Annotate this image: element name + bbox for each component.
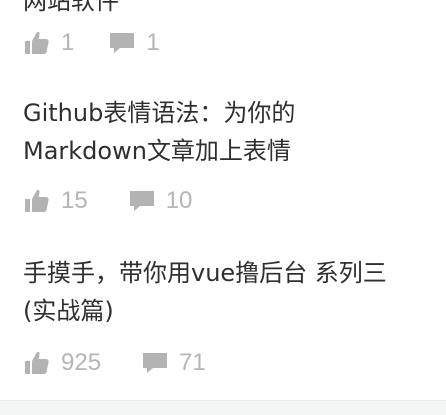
article-title-line: Markdown文章加上表情 xyxy=(23,137,291,165)
like-button[interactable]: 1 xyxy=(23,29,74,57)
comment-icon xyxy=(141,349,169,377)
like-count: 15 xyxy=(61,187,88,214)
article-item[interactable]: 网站软件 1 1 xyxy=(23,0,443,58)
comment-icon xyxy=(108,29,136,57)
like-button[interactable]: 925 xyxy=(23,349,101,377)
thumbs-up-icon xyxy=(23,349,51,377)
article-title-line: (实战篇) xyxy=(23,297,114,325)
comment-icon xyxy=(128,187,156,215)
article-item[interactable]: 手摸手，带你用vue撸后台 系列三 (实战篇) 925 71 xyxy=(23,254,443,378)
article-title[interactable]: 网站软件 xyxy=(23,0,443,20)
comment-button[interactable]: 71 xyxy=(141,349,206,377)
like-count: 925 xyxy=(61,349,102,376)
article-feed: 网站软件 1 1 Github表情语法：为你的 Markdown文章加上表情 1… xyxy=(0,0,446,400)
article-meta: 1 1 xyxy=(23,28,443,58)
article-meta: 15 10 xyxy=(23,186,443,216)
like-count: 1 xyxy=(61,29,75,56)
comment-count: 10 xyxy=(165,187,193,214)
comment-button[interactable]: 10 xyxy=(128,187,193,215)
thumbs-up-icon xyxy=(23,29,51,57)
article-meta: 925 71 xyxy=(23,348,443,378)
comment-button[interactable]: 1 xyxy=(108,29,160,57)
feed-bottom-separator xyxy=(0,400,446,415)
article-title-line: Github表情语法：为你的 xyxy=(23,99,296,127)
article-title-line: 网站软件 xyxy=(23,0,119,15)
thumbs-up-icon xyxy=(23,187,51,215)
article-title[interactable]: 手摸手，带你用vue撸后台 系列三 (实战篇) xyxy=(23,254,443,330)
article-title[interactable]: Github表情语法：为你的 Markdown文章加上表情 xyxy=(23,94,443,170)
like-button[interactable]: 15 xyxy=(23,187,88,215)
article-title-line: 手摸手，带你用vue撸后台 系列三 xyxy=(23,259,387,287)
comment-count: 71 xyxy=(179,349,206,376)
article-item[interactable]: Github表情语法：为你的 Markdown文章加上表情 15 10 xyxy=(23,94,443,216)
comment-count: 1 xyxy=(146,29,160,56)
